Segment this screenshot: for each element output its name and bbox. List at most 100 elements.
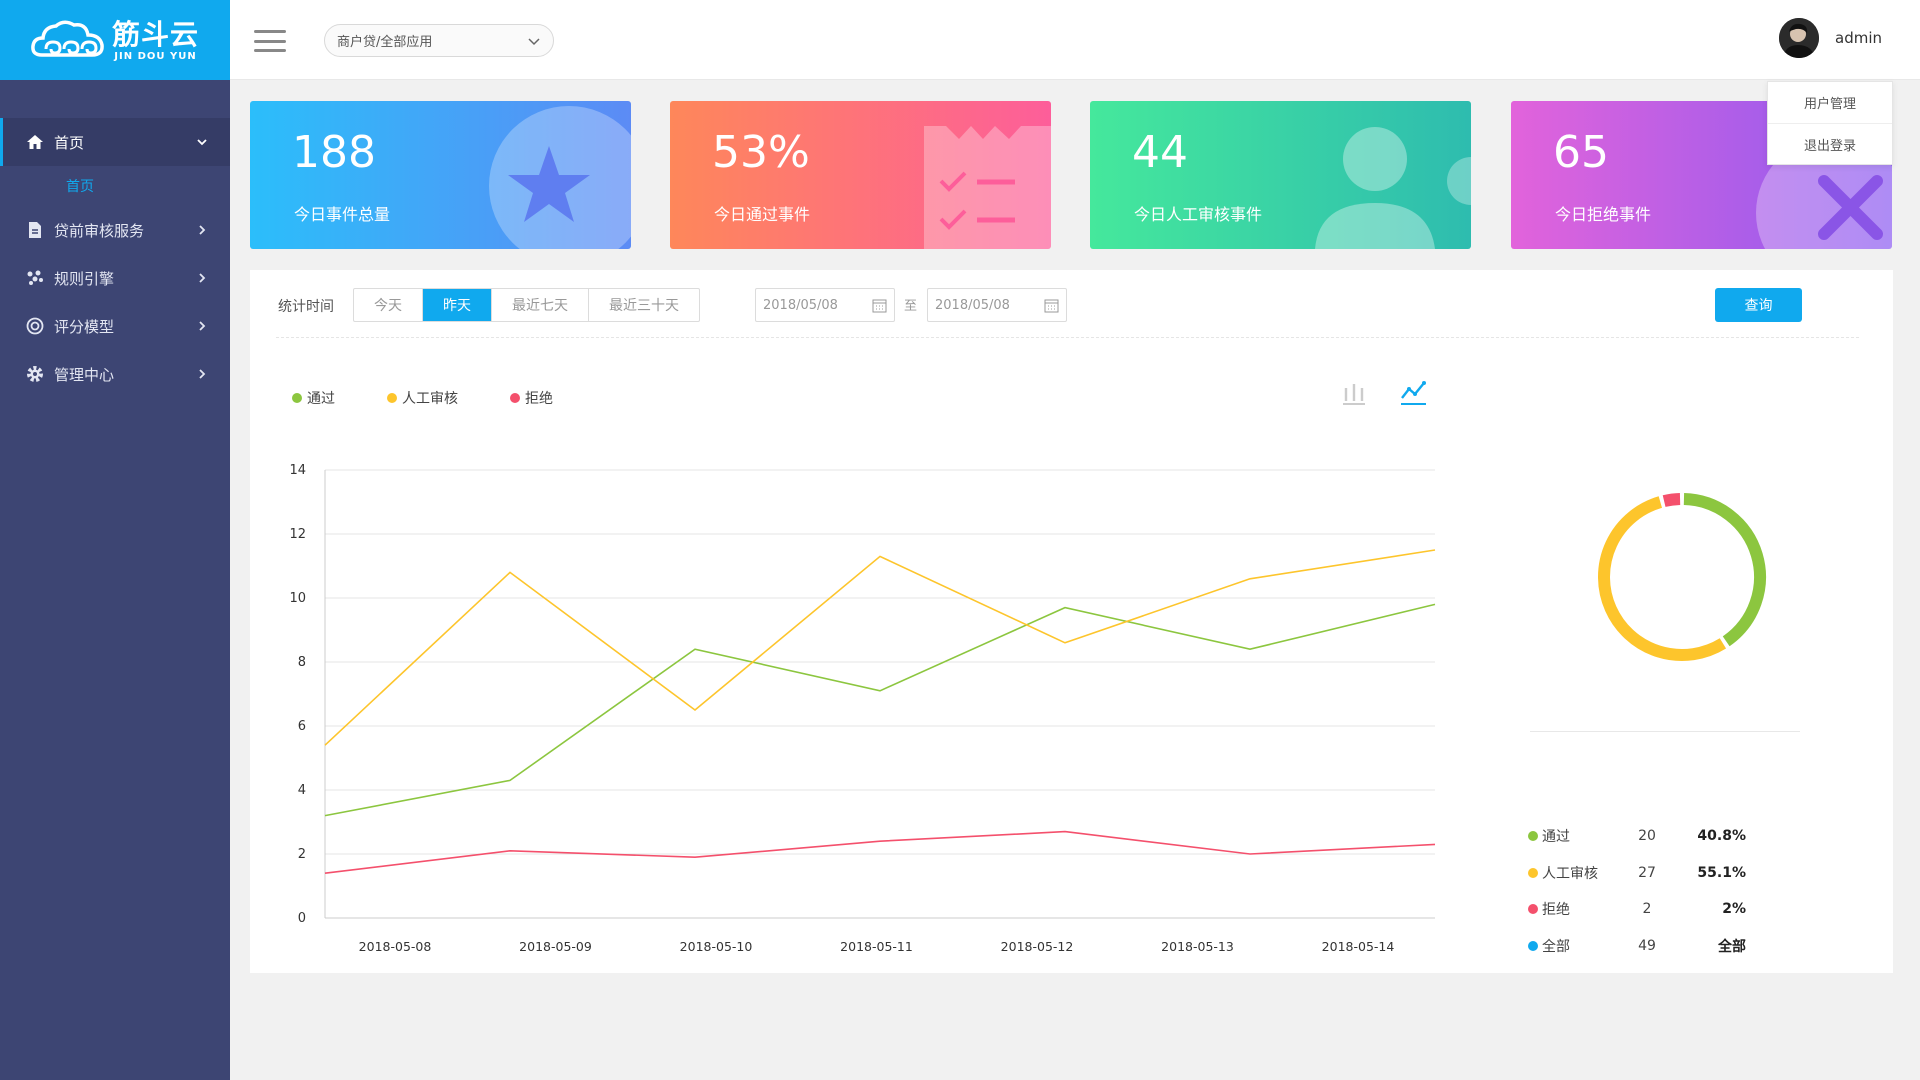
stat-value: 53% bbox=[712, 127, 810, 178]
chevron-right-icon bbox=[199, 321, 206, 331]
donut-chart bbox=[1598, 493, 1766, 661]
tab-today[interactable]: 今天 bbox=[354, 289, 423, 321]
date-separator: 至 bbox=[904, 299, 918, 314]
legend-item-reject[interactable]: 拒绝 bbox=[510, 388, 553, 408]
app-select[interactable]: 商户贷/全部应用 bbox=[324, 24, 554, 57]
date-from-input[interactable]: 2018/05/08 bbox=[755, 288, 895, 322]
legend-dot bbox=[292, 393, 302, 403]
stat-label: 今日拒绝事件 bbox=[1555, 205, 1652, 224]
y-tick-label: 0 bbox=[298, 911, 306, 926]
menu-toggle-icon[interactable] bbox=[254, 30, 286, 52]
stat-card-manual: 44 今日人工审核事件 bbox=[1090, 101, 1471, 249]
bar-chart-icon[interactable] bbox=[1338, 376, 1368, 406]
stat-value: 188 bbox=[292, 127, 376, 178]
chevron-right-icon bbox=[199, 225, 206, 235]
logo[interactable]: 筋斗云 JIN DOU YUN bbox=[0, 0, 230, 80]
series-line bbox=[324, 830, 1436, 874]
line-chart-icon[interactable] bbox=[1398, 376, 1428, 406]
sidebar-item-loan-review[interactable]: 贷前审核服务 bbox=[0, 206, 230, 254]
chevron-right-icon bbox=[199, 369, 206, 379]
brand-sub: JIN DOU YUN bbox=[114, 50, 197, 62]
user-management-link[interactable]: 用户管理 bbox=[1768, 82, 1892, 123]
chevron-right-icon bbox=[199, 273, 206, 283]
y-tick-label: 14 bbox=[289, 463, 306, 478]
stat-value: 65 bbox=[1553, 127, 1609, 178]
target-icon bbox=[26, 317, 44, 335]
document-icon bbox=[26, 221, 44, 239]
username: admin bbox=[1835, 29, 1882, 47]
star-icon bbox=[489, 106, 631, 249]
query-button[interactable]: 查询 bbox=[1715, 288, 1802, 322]
sidebar-item-label: 规则引擎 bbox=[54, 269, 115, 288]
stats-panel: 统计时间 今天 昨天 最近七天 最近三十天 2018/05/08 至 2018/… bbox=[250, 270, 1893, 973]
date-to-value: 2018/05/08 bbox=[935, 297, 1010, 313]
top-header: 商户贷/全部应用 admin bbox=[230, 0, 1920, 80]
legend-dot bbox=[510, 393, 520, 403]
user-icon bbox=[1315, 127, 1471, 249]
x-tick-label: 2018-05-08 bbox=[359, 939, 432, 954]
y-tick-label: 8 bbox=[298, 655, 306, 670]
legend-dot bbox=[1528, 940, 1538, 951]
legend-label: 人工审核 bbox=[402, 391, 458, 407]
stat-label: 今日通过事件 bbox=[714, 205, 811, 224]
sidebar-item-management[interactable]: 管理中心 bbox=[0, 350, 230, 398]
tab-yesterday[interactable]: 昨天 bbox=[423, 289, 492, 321]
tab-last-7-days[interactable]: 最近七天 bbox=[492, 289, 589, 321]
y-tick-label: 12 bbox=[289, 527, 306, 542]
avatar bbox=[1779, 18, 1819, 58]
pie-legend-name: 人工审核 bbox=[1542, 865, 1598, 882]
cloud-logo-icon bbox=[31, 20, 104, 57]
sidebar-item-label: 评分模型 bbox=[54, 317, 115, 336]
chevron-down-icon bbox=[197, 139, 207, 146]
pie-legend-pct: 40.8% bbox=[1697, 828, 1746, 845]
pie-legend-pct: 全部 bbox=[1718, 938, 1746, 955]
sidebar-item-label: 管理中心 bbox=[54, 365, 115, 384]
series-line bbox=[324, 603, 1436, 817]
calendar-icon bbox=[1044, 299, 1059, 312]
series-line bbox=[324, 549, 1436, 746]
pie-legend-pct: 2% bbox=[1722, 901, 1746, 918]
app-select-value: 商户贷/全部应用 bbox=[337, 35, 433, 50]
sidebar-item-label: 首页 bbox=[54, 133, 85, 152]
y-tick-label: 2 bbox=[298, 847, 306, 862]
calendar-icon bbox=[872, 299, 887, 312]
donut-slice bbox=[1662, 493, 1681, 507]
brand-name: 筋斗云 bbox=[112, 17, 200, 51]
chart-legend: 通过 人工审核 拒绝 bbox=[292, 388, 605, 408]
time-tabs: 今天 昨天 最近七天 最近三十天 bbox=[353, 288, 700, 322]
pie-legend-count: 20 bbox=[1638, 828, 1656, 845]
user-menu[interactable]: admin bbox=[1779, 18, 1882, 58]
pie-legend-count: 27 bbox=[1638, 864, 1656, 881]
date-from-value: 2018/05/08 bbox=[763, 297, 838, 313]
stat-label: 今日人工审核事件 bbox=[1134, 205, 1263, 224]
pie-legend-name: 全部 bbox=[1542, 938, 1570, 955]
legend-dot bbox=[1528, 867, 1538, 878]
x-tick-label: 2018-05-12 bbox=[1001, 939, 1074, 954]
x-tick-label: 2018-05-13 bbox=[1161, 939, 1234, 954]
gear-icon bbox=[26, 365, 44, 383]
pie-legend-row-manual: 人工审核 27 55.1% bbox=[1528, 855, 1828, 892]
sidebar-item-label: 贷前审核服务 bbox=[54, 221, 145, 240]
legend-item-pass[interactable]: 通过 bbox=[292, 388, 335, 408]
pie-legend: 通过 20 40.8% 人工审核 27 55.1% 拒绝 2 2% 全部 49 … bbox=[1528, 818, 1828, 964]
date-to-input[interactable]: 2018/05/08 bbox=[927, 288, 1067, 322]
tab-last-30-days[interactable]: 最近三十天 bbox=[589, 289, 699, 321]
divider bbox=[1530, 731, 1800, 732]
sidebar-item-rule-engine[interactable]: 规则引擎 bbox=[0, 254, 230, 302]
stat-label: 今日事件总量 bbox=[294, 205, 391, 224]
sidebar-item-score-model[interactable]: 评分模型 bbox=[0, 302, 230, 350]
x-tick-label: 2018-05-09 bbox=[519, 939, 592, 954]
sidebar: 筋斗云 JIN DOU YUN 首页 首页 贷前审核服务 规则引擎 评分模型 管… bbox=[0, 0, 230, 1080]
legend-dot bbox=[1528, 831, 1538, 842]
stat-card-pass: 53% 今日通过事件 bbox=[670, 101, 1051, 249]
pie-legend-count: 49 bbox=[1638, 937, 1656, 954]
checklist-icon bbox=[924, 126, 1051, 249]
logout-link[interactable]: 退出登录 bbox=[1768, 123, 1892, 164]
legend-item-manual[interactable]: 人工审核 bbox=[387, 388, 458, 408]
user-dropdown: 用户管理 退出登录 bbox=[1767, 81, 1893, 165]
y-tick-label: 4 bbox=[298, 783, 306, 798]
x-tick-label: 2018-05-14 bbox=[1322, 939, 1395, 954]
pie-legend-row-pass: 通过 20 40.8% bbox=[1528, 818, 1828, 855]
submenu-item-home[interactable]: 首页 bbox=[0, 166, 230, 206]
sidebar-item-home[interactable]: 首页 bbox=[0, 118, 230, 166]
